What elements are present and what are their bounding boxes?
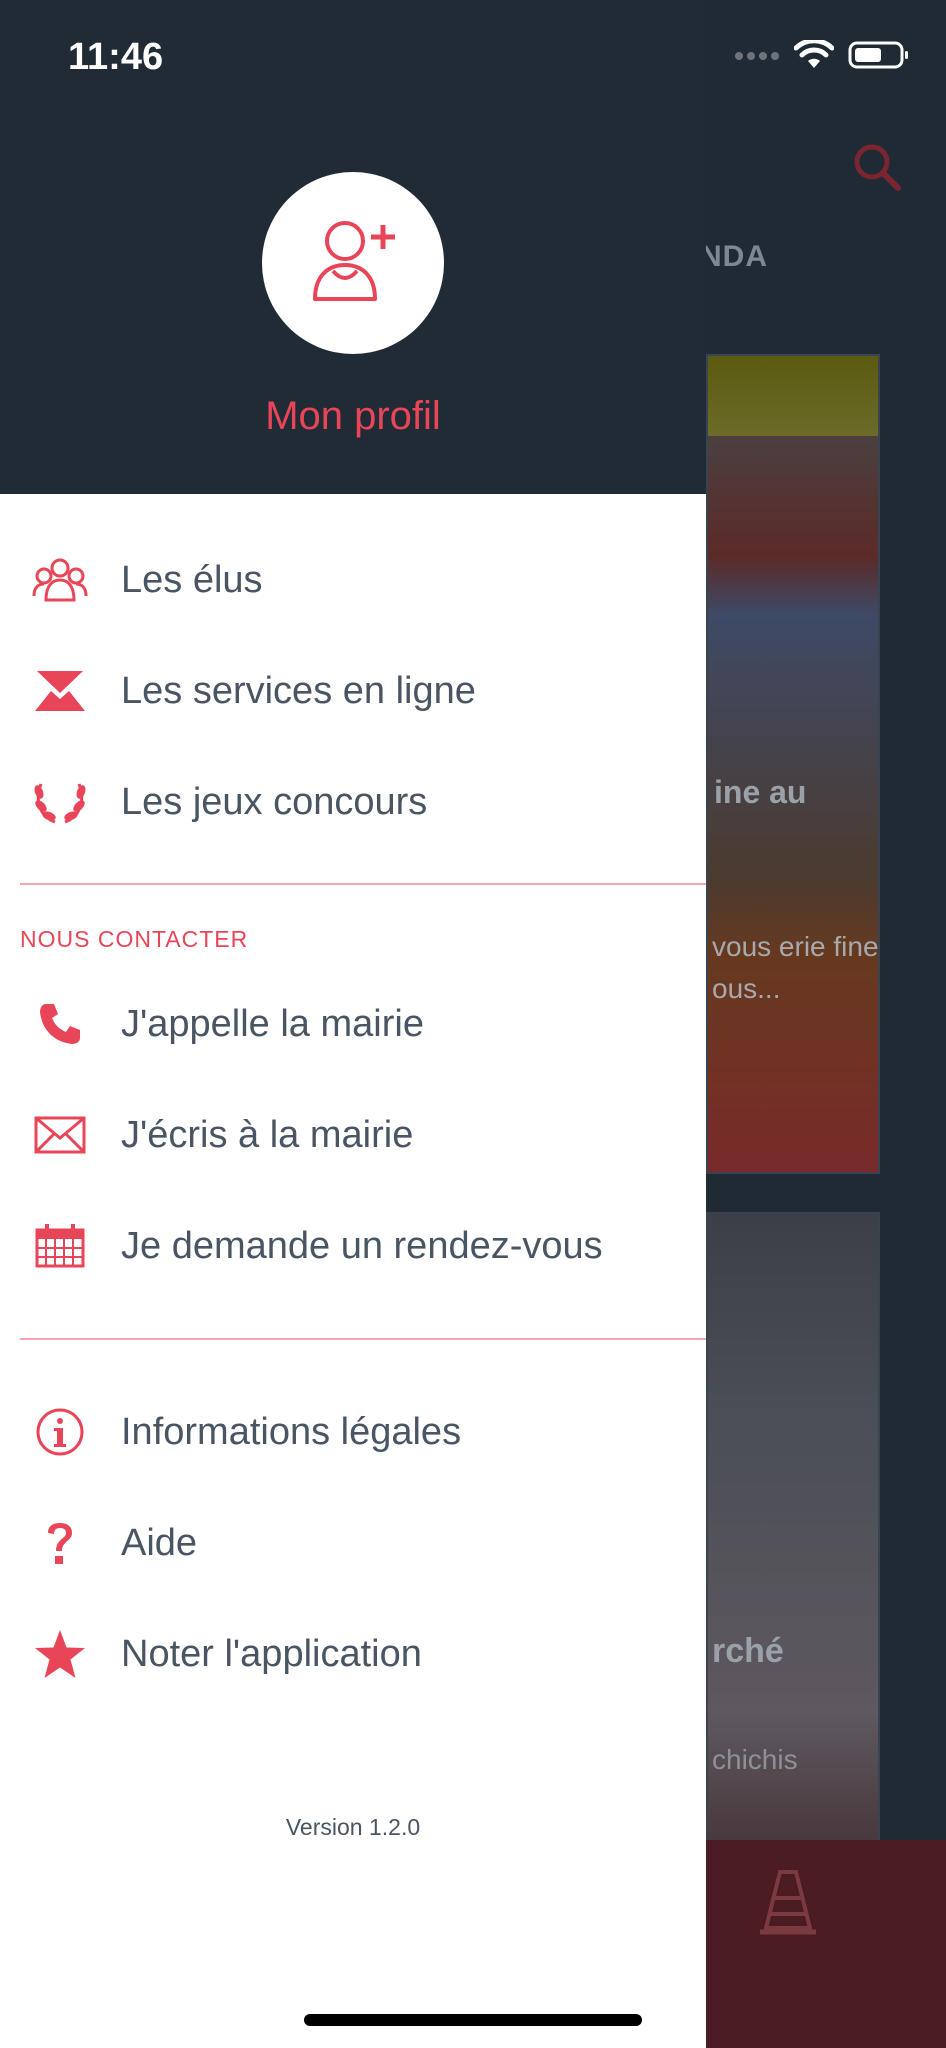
search-icon[interactable] (850, 140, 906, 201)
navigation-drawer: Mon profil Les élus Les services en lign… (0, 0, 706, 2048)
menu-item-label: Noter l'application (121, 1632, 422, 1675)
profile-avatar-button[interactable] (262, 172, 444, 354)
menu-item-jeux-concours[interactable]: Les jeux concours (0, 752, 706, 852)
cellular-signal-icon (734, 49, 780, 67)
menu-item-label: Informations légales (121, 1410, 462, 1453)
people-icon (30, 550, 90, 610)
phone-icon (30, 994, 90, 1054)
status-indicators (734, 38, 910, 75)
background-tab-label[interactable]: NDA (700, 240, 768, 274)
menu-item-elus[interactable]: Les élus (0, 530, 706, 630)
divider (20, 883, 706, 885)
menu-item-appel-mairie[interactable]: J'appelle la mairie (0, 974, 706, 1074)
add-user-icon (303, 211, 403, 316)
menu-item-label: Aide (121, 1521, 198, 1564)
background-card-title: rché (712, 1632, 784, 1670)
divider (20, 1338, 706, 1340)
menu-item-ecrire-mairie[interactable]: J'écris à la mairie (0, 1085, 706, 1185)
status-time: 11:46 (68, 36, 164, 78)
laurel-icon (30, 772, 90, 832)
background-card-title: ine au (714, 774, 807, 810)
info-icon (30, 1402, 90, 1462)
menu-item-aide[interactable]: Aide (0, 1493, 706, 1593)
background-card-text: vous erie fine ous... (712, 931, 879, 1004)
menu-item-label: Les services en ligne (121, 669, 476, 712)
menu-item-label: Les jeux concours (121, 780, 428, 823)
envelope-icon (30, 1105, 90, 1165)
menu-item-services-en-ligne[interactable]: Les services en ligne (0, 641, 706, 741)
services-icon (30, 661, 90, 721)
background-tab-bar (706, 1840, 946, 2048)
wifi-icon (793, 38, 835, 75)
menu-item-label: J'écris à la mairie (121, 1113, 414, 1156)
calendar-icon (30, 1216, 90, 1276)
menu-item-informations-legales[interactable]: Informations légales (0, 1382, 706, 1482)
section-title-contact: NOUS CONTACTER (20, 926, 249, 952)
battery-icon (848, 40, 910, 75)
star-icon (30, 1624, 90, 1684)
background-card-text: chichis (712, 1744, 798, 1775)
menu-item-label: J'appelle la mairie (121, 1002, 424, 1045)
menu-item-label: Je demande un rendez-vous (121, 1224, 603, 1267)
help-icon (30, 1513, 90, 1573)
home-indicator[interactable] (304, 2014, 642, 2026)
menu-item-noter-application[interactable]: Noter l'application (0, 1604, 706, 1704)
version-label: Version 1.2.0 (285, 1814, 421, 1840)
menu-item-label: Les élus (121, 558, 263, 601)
background-card[interactable]: rché chichis (706, 1212, 880, 1846)
profile-label[interactable]: Mon profil (0, 394, 706, 439)
menu-item-rendez-vous[interactable]: Je demande un rendez-vous (0, 1196, 706, 1296)
traffic-cone-icon[interactable] (758, 1868, 818, 1943)
background-card[interactable]: ine au vous erie fine ous... (706, 354, 880, 1174)
